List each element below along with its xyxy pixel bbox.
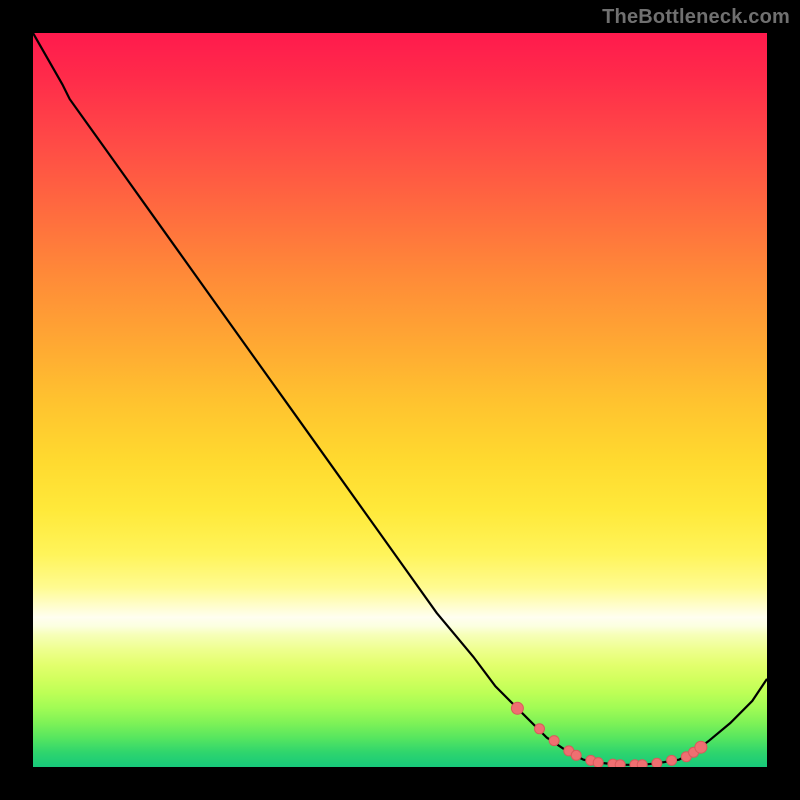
chart-stage: TheBottleneck.com <box>0 0 800 800</box>
plot-background-gradient <box>33 33 767 767</box>
watermark-text: TheBottleneck.com <box>602 6 790 29</box>
